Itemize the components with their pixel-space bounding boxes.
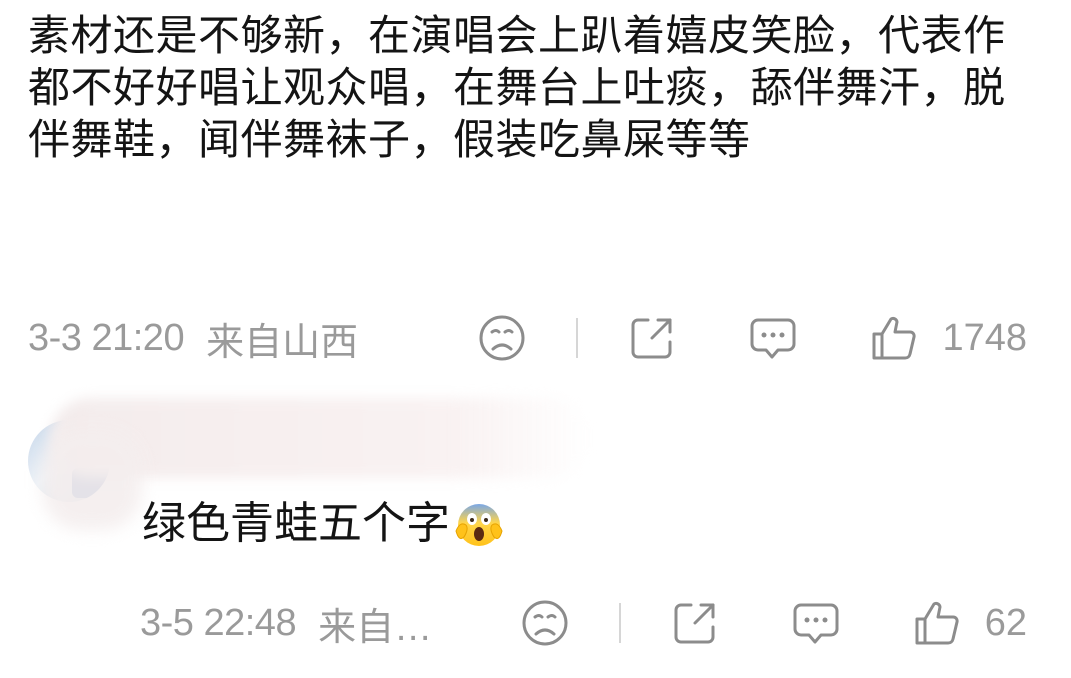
reply-text-row: 绿色青蛙五个字 [142,496,504,552]
comment-location: 来自山西 [206,321,359,364]
thumbs-up-icon [872,316,917,360]
reply-text: 绿色青蛙五个字 [142,498,450,549]
comment-button[interactable] [748,314,798,362]
screaming-face-emoji-icon [455,504,503,546]
like-button[interactable] [870,314,918,362]
comment-time: 3-3 21:20 [28,316,185,359]
thumbs-up-icon [915,601,959,645]
reply-meta-row: 3-5 22:48 来自… 62 [140,598,1027,649]
comment-text: 素材还是不够新，在演唱会上趴着嬉皮笑脸，代表作都不好好唱让观众唱，在舞台上吐痰，… [28,11,1006,164]
sad-face-icon [479,315,525,361]
share-icon [631,318,672,359]
share-button[interactable] [628,314,676,362]
comment-icon [750,318,796,359]
reply-location: 来自… [318,606,433,649]
divider [576,318,579,358]
reply-time: 3-5 22:48 [140,601,297,644]
share-icon [674,603,715,644]
reply-dislike-button[interactable] [521,599,569,647]
redacted-avatar-overlay [42,430,142,530]
comment-icon [793,603,839,644]
sad-face-icon [522,600,568,646]
dislike-button[interactable] [478,314,526,362]
comment-meta-row: 3-3 21:20 来自山西 1748 [28,313,1027,364]
reply-like-count: 62 [984,601,1027,644]
reply-share-button[interactable] [671,599,719,647]
reply-like-button[interactable] [913,599,961,647]
divider [618,603,621,643]
reply-comment-button[interactable] [791,599,841,647]
like-count: 1748 [942,316,1027,359]
